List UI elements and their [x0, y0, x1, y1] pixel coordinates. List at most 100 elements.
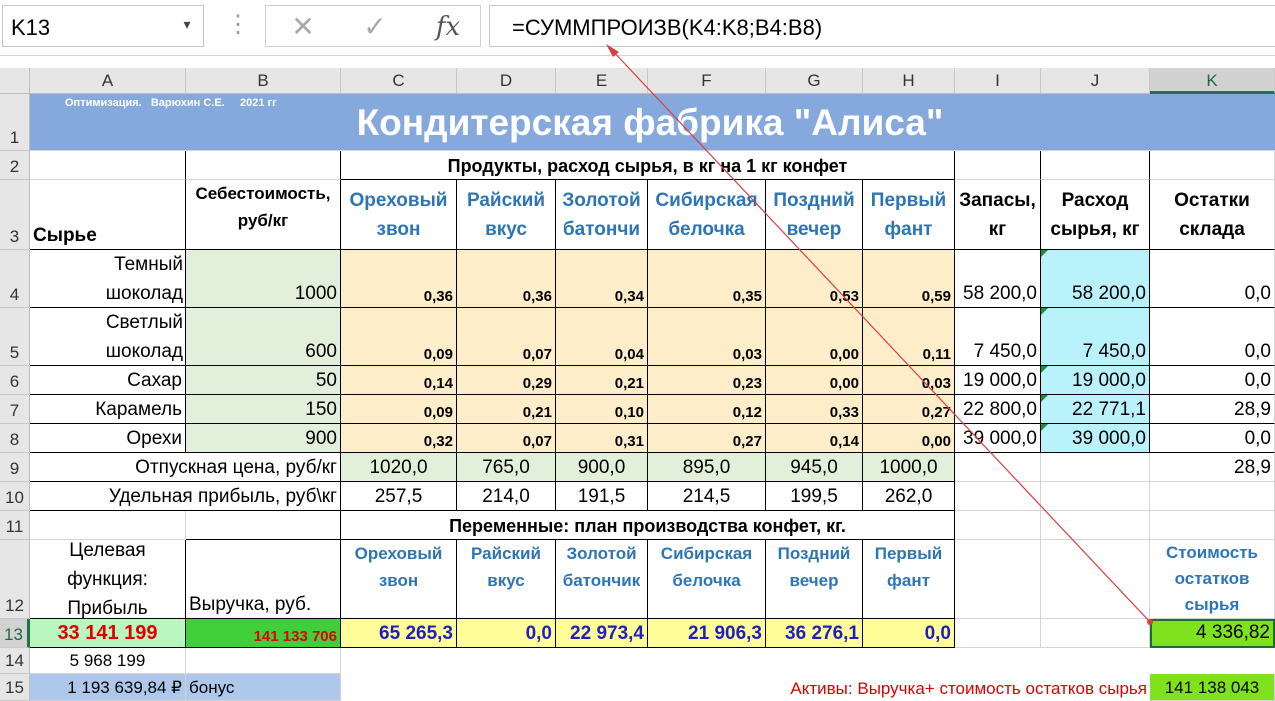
plan-cell[interactable]: 0,0	[457, 619, 556, 648]
raw-material-header[interactable]: Сырье	[30, 180, 186, 250]
revenue-label[interactable]: Выручка, руб.	[186, 540, 341, 619]
usage-cell[interactable]: 22 771,1	[1041, 395, 1150, 424]
cell[interactable]	[1041, 540, 1150, 619]
column-header[interactable]: G	[766, 68, 863, 94]
cell[interactable]	[955, 453, 1041, 482]
row-header[interactable]: 5	[0, 308, 30, 366]
norm-cell[interactable]: 0,14	[341, 366, 457, 395]
price-cell[interactable]: 895,0	[648, 453, 766, 482]
cell[interactable]	[186, 151, 341, 180]
cell[interactable]	[30, 511, 186, 540]
select-all-corner[interactable]	[0, 68, 30, 94]
stock-header[interactable]: Запасы, кг	[955, 180, 1041, 250]
norm-cell[interactable]: 0,53	[766, 250, 863, 308]
column-header[interactable]: F	[648, 68, 766, 94]
column-header-selected[interactable]: K	[1150, 68, 1275, 94]
bonus-label[interactable]: бонус	[186, 674, 341, 701]
profit-value[interactable]: 33 141 199	[30, 619, 186, 648]
price-label[interactable]: Отпускная цена, руб/кг	[30, 453, 341, 482]
product-header[interactable]: Сибирская белочка	[648, 540, 766, 619]
plan-cell[interactable]: 65 265,3	[341, 619, 457, 648]
cell[interactable]	[1150, 482, 1275, 511]
usage-cell[interactable]: 7 450,0	[1041, 308, 1150, 366]
cancel-icon[interactable]: ✕	[286, 12, 320, 42]
norm-cell[interactable]: 0,36	[457, 250, 556, 308]
plan-cell[interactable]: 22 973,4	[556, 619, 648, 648]
assets-label[interactable]: Активы: Выручка+ стоимость остатков сырь…	[700, 674, 1150, 701]
norm-cell[interactable]: 0,00	[766, 366, 863, 395]
stock-cell[interactable]: 22 800,0	[955, 395, 1041, 424]
norm-cell[interactable]: 0,34	[556, 250, 648, 308]
product-header[interactable]: Золотой батончик	[556, 540, 648, 619]
norm-cell[interactable]: 0,23	[648, 366, 766, 395]
remain-cell[interactable]: 0,0	[1150, 308, 1275, 366]
product-header[interactable]: Поздний вечер	[766, 180, 863, 250]
norm-cell[interactable]: 0,12	[648, 395, 766, 424]
remain-total-cell[interactable]: 28,9	[1150, 453, 1275, 482]
product-header[interactable]: Сибирская белочка	[648, 180, 766, 250]
column-header[interactable]: C	[341, 68, 457, 94]
remain-cell[interactable]: 0,0	[1150, 250, 1275, 308]
norm-cell[interactable]: 0,03	[863, 366, 955, 395]
norm-cell[interactable]: 0,00	[863, 424, 955, 453]
norm-cell[interactable]: 0,04	[556, 308, 648, 366]
material-name[interactable]: Карамель	[30, 395, 186, 424]
price-cell[interactable]: 900,0	[556, 453, 648, 482]
cell[interactable]	[955, 540, 1041, 619]
row14-value[interactable]: 5 968 199	[30, 648, 186, 674]
cell[interactable]	[1041, 511, 1150, 540]
cell[interactable]	[955, 151, 1041, 180]
material-name[interactable]: Орехи	[30, 424, 186, 453]
norm-cell[interactable]: 0,33	[766, 395, 863, 424]
norm-cell[interactable]: 0,31	[556, 424, 648, 453]
norm-cell[interactable]: 0,21	[457, 395, 556, 424]
material-cost[interactable]: 50	[186, 366, 341, 395]
target-function-label[interactable]: Целевая функция: Прибыль	[30, 540, 186, 619]
product-header[interactable]: Ореховый звон	[341, 540, 457, 619]
material-name[interactable]: Светлый шоколад	[30, 308, 186, 366]
cell[interactable]	[1041, 482, 1150, 511]
usage-cell[interactable]: 58 200,0	[1041, 250, 1150, 308]
cell[interactable]	[1150, 151, 1275, 180]
material-name[interactable]: Темный шоколад	[30, 250, 186, 308]
product-header[interactable]: Первый фант	[863, 180, 955, 250]
plan-cell[interactable]: 0,0	[863, 619, 955, 648]
formula-input[interactable]: =СУММПРОИЗВ(K4:K8;B4:B8)	[489, 5, 1275, 47]
norm-cell[interactable]: 0,35	[648, 250, 766, 308]
norm-cell[interactable]: 0,14	[766, 424, 863, 453]
profit-cell[interactable]: 262,0	[863, 482, 955, 511]
product-header[interactable]: Райский вкус	[457, 540, 556, 619]
cell[interactable]	[30, 151, 186, 180]
column-header[interactable]: D	[457, 68, 556, 94]
profit-cell[interactable]: 191,5	[556, 482, 648, 511]
norm-cell[interactable]: 0,00	[766, 308, 863, 366]
row-header[interactable]: 4	[0, 250, 30, 308]
row-header[interactable]: 10	[0, 482, 30, 511]
cell[interactable]	[1041, 453, 1150, 482]
norm-cell[interactable]: 0,09	[341, 395, 457, 424]
norm-cell[interactable]: 0,10	[556, 395, 648, 424]
enter-icon[interactable]: ✓	[358, 12, 392, 42]
row-header[interactable]: 6	[0, 366, 30, 395]
stock-cell[interactable]: 7 450,0	[955, 308, 1041, 366]
assets-value[interactable]: 141 138 043	[1150, 674, 1275, 701]
remain-cell[interactable]: 28,9	[1150, 395, 1275, 424]
norm-cell[interactable]: 0,21	[556, 366, 648, 395]
norm-cell[interactable]: 0,59	[863, 250, 955, 308]
bonus-value[interactable]: 1 193 639,84 ₽	[30, 674, 186, 701]
norm-cell[interactable]: 0,27	[863, 395, 955, 424]
usage-cell[interactable]: 19 000,0	[1041, 366, 1150, 395]
column-header[interactable]: H	[863, 68, 955, 94]
price-cell[interactable]: 1000,0	[863, 453, 955, 482]
profit-cell[interactable]: 214,0	[457, 482, 556, 511]
plan-cell[interactable]: 36 276,1	[766, 619, 863, 648]
revenue-value[interactable]: 141 133 706	[186, 619, 341, 648]
norm-cell[interactable]: 0,29	[457, 366, 556, 395]
material-cost[interactable]: 900	[186, 424, 341, 453]
row-header[interactable]: 8	[0, 424, 30, 453]
usage-cell[interactable]: 39 000,0	[1041, 424, 1150, 453]
material-cost[interactable]: 1000	[186, 250, 341, 308]
selected-cell-remain-cost[interactable]: 4 336,82	[1150, 619, 1275, 648]
row-header[interactable]: 15	[0, 674, 30, 701]
row-header[interactable]: 2	[0, 151, 30, 180]
